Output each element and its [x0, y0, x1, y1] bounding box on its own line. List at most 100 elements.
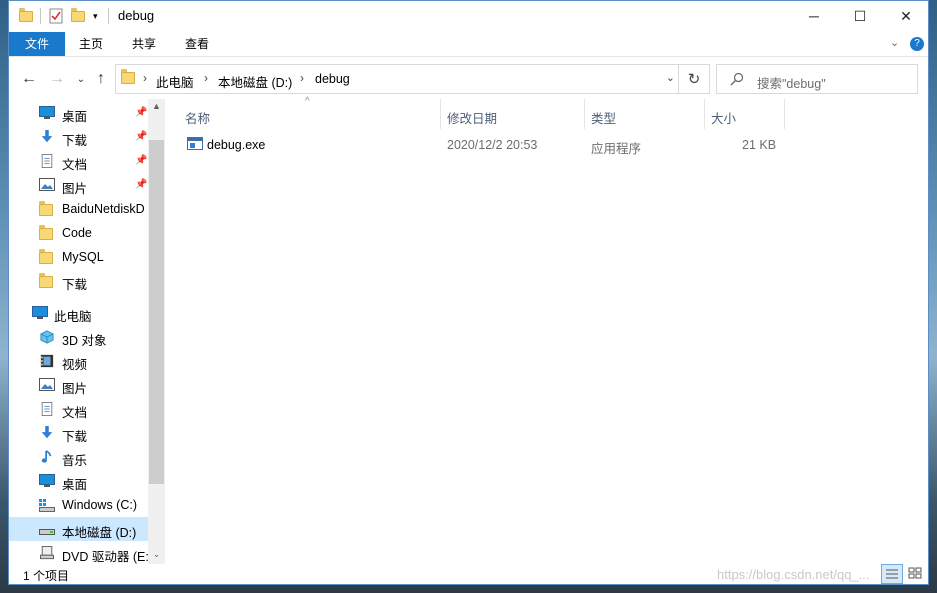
file-type: 应用程序 — [591, 142, 642, 156]
chevron-right-icon[interactable]: › — [300, 71, 304, 85]
properties-icon[interactable] — [49, 7, 63, 25]
table-row[interactable]: debug.exe 2020/12/2 20:53 应用程序 21 KB — [184, 134, 784, 156]
tab-share[interactable]: 共享 — [122, 32, 166, 56]
column-label: 类型 — [591, 112, 617, 126]
music-icon — [41, 450, 52, 463]
divider — [40, 7, 41, 25]
column-header-name[interactable]: 名称 — [166, 99, 441, 129]
sidebar-item-label: 视频 — [62, 358, 88, 372]
pin-icon[interactable]: 📌 — [135, 179, 147, 190]
sidebar-item-music[interactable]: 音乐 — [9, 445, 149, 469]
tab-view[interactable]: 查看 — [175, 32, 219, 56]
column-header-size[interactable]: 大小 — [705, 99, 785, 129]
sidebar-item-pictures-pc[interactable]: 图片 — [9, 373, 149, 397]
details-view-button[interactable] — [881, 564, 903, 584]
breadcrumb-drive-d[interactable]: 本地磁盘 (D:) — [218, 72, 292, 91]
sidebar-item-label: 桌面 — [62, 110, 88, 124]
maximize-button[interactable]: ☐ — [837, 1, 883, 31]
sidebar-item-downloads[interactable]: 下载 📌 — [9, 125, 149, 149]
folder-icon — [19, 7, 33, 25]
folder-icon — [39, 273, 55, 288]
pin-icon[interactable]: 📌 — [135, 155, 147, 166]
sidebar-item-code[interactable]: Code — [9, 221, 149, 245]
column-header-date[interactable]: 修改日期 — [441, 99, 584, 129]
large-icons-view-icon — [908, 567, 922, 579]
chevron-right-icon[interactable]: › — [143, 71, 147, 85]
ribbon: 文件 主页 共享 查看 ⌄ ? — [9, 32, 928, 57]
column-header-type[interactable]: 类型 — [585, 99, 704, 129]
sidebar-item-documents-pc[interactable]: 文档 — [9, 397, 149, 421]
sidebar-item-videos[interactable]: 视频 — [9, 349, 149, 373]
picture-icon — [39, 178, 55, 191]
new-folder-icon[interactable] — [71, 7, 85, 25]
item-count: 1 个项目 — [23, 569, 70, 583]
sidebar-item-download-folder[interactable]: 下载 — [9, 269, 149, 293]
sidebar-item-this-pc[interactable]: 此电脑 — [9, 301, 149, 325]
customize-dropdown-icon[interactable]: ▾ — [93, 7, 98, 25]
folder-icon — [39, 249, 55, 264]
forward-button[interactable]: → — [47, 69, 67, 89]
desktop-icon — [39, 106, 55, 119]
recent-locations-icon[interactable]: ⌄ — [71, 69, 91, 89]
sidebar-item-label: DVD 驱动器 (E:) — [62, 550, 153, 564]
watermark: https://blog.csdn.net/qq_... — [717, 567, 870, 582]
divider — [108, 7, 109, 25]
back-button[interactable]: ← — [19, 69, 39, 89]
tab-home[interactable]: 主页 — [69, 32, 113, 56]
column-label: 大小 — [711, 112, 737, 126]
sidebar-item-label: 文档 — [62, 406, 88, 420]
sidebar-item-dvd-drive[interactable]: DVD 驱动器 (E:) — [9, 541, 153, 564]
column-divider[interactable] — [784, 99, 785, 129]
sidebar-item-label: 3D 对象 — [62, 334, 107, 348]
dvd-icon — [40, 546, 54, 560]
breadcrumb-this-pc[interactable]: 此电脑 — [156, 72, 194, 91]
sidebar-item-drive-c[interactable]: Windows (C:) — [9, 493, 149, 517]
address-bar[interactable]: › 此电脑 › 本地磁盘 (D:) › debug ⌄ ↻ — [115, 64, 710, 94]
search-box[interactable]: 搜索"debug" — [716, 64, 918, 94]
search-icon — [730, 72, 744, 86]
sidebar-item-desktop-pc[interactable]: 桌面 — [9, 469, 149, 493]
navigation-pane[interactable]: 桌面 📌 下载 📌 文档 📌 图片 📌 BaiduNetdiskD Code M… — [9, 99, 165, 564]
large-icons-view-button[interactable] — [905, 564, 927, 584]
folder-icon — [39, 201, 55, 216]
help-icon[interactable]: ? — [910, 37, 924, 51]
tab-file[interactable]: 文件 — [9, 32, 65, 56]
sidebar-item-label: MySQL — [62, 250, 104, 264]
download-icon — [41, 426, 53, 439]
explorer-window: ▾ debug ─ ☐ ✕ 文件 主页 共享 查看 ⌄ ? ← → ⌄ ↑ › … — [8, 0, 929, 585]
pin-icon[interactable]: 📌 — [135, 131, 147, 142]
breadcrumb-debug[interactable]: debug — [315, 72, 350, 86]
sidebar-item-label: Windows (C:) — [62, 498, 138, 512]
pin-icon[interactable]: 📌 — [135, 107, 147, 118]
scroll-up-icon[interactable]: ▲ — [149, 101, 164, 111]
sidebar-scroll-thumb[interactable] — [149, 140, 164, 484]
sidebar-item-pictures[interactable]: 图片 📌 — [9, 173, 149, 197]
cube-icon — [40, 330, 54, 344]
minimize-button[interactable]: ─ — [791, 1, 837, 31]
sidebar-item-label: 此电脑 — [54, 310, 92, 324]
expand-ribbon-icon[interactable]: ⌄ — [890, 36, 899, 49]
refresh-button[interactable]: ↻ — [678, 65, 709, 93]
desktop-icon — [39, 474, 55, 487]
chevron-right-icon[interactable]: › — [204, 71, 208, 85]
sidebar-item-mysql[interactable]: MySQL — [9, 245, 149, 269]
address-dropdown-icon[interactable]: ⌄ — [666, 71, 675, 84]
details-view-icon — [886, 569, 898, 579]
sidebar-item-documents[interactable]: 文档 📌 — [9, 149, 149, 173]
up-button[interactable]: ↑ — [91, 69, 111, 89]
sidebar-item-desktop[interactable]: 桌面 📌 — [9, 101, 149, 125]
search-placeholder: 搜索"debug" — [757, 77, 826, 91]
file-modified: 2020/12/2 20:53 — [447, 138, 538, 152]
download-icon — [41, 130, 53, 143]
title-bar: ▾ debug ─ ☐ ✕ — [9, 1, 928, 31]
sidebar-item-downloads-pc[interactable]: 下载 — [9, 421, 149, 445]
scroll-down-icon[interactable]: ⌄ — [149, 549, 164, 560]
sidebar-item-drive-d[interactable]: 本地磁盘 (D:) — [9, 517, 149, 541]
close-button[interactable]: ✕ — [883, 1, 928, 31]
sidebar-item-baidunetdisk[interactable]: BaiduNetdiskD — [9, 197, 149, 221]
navigation-bar: ← → ⌄ ↑ › 此电脑 › 本地磁盘 (D:) › debug ⌄ ↻ 搜索… — [9, 57, 928, 99]
sidebar-item-label: 音乐 — [62, 454, 88, 468]
sidebar-item-3d-objects[interactable]: 3D 对象 — [9, 325, 149, 349]
sidebar-item-label: 下载 — [62, 134, 88, 148]
file-list[interactable]: ^ 名称 修改日期 类型 大小 debug.exe 2020/12/2 20:5… — [166, 96, 928, 564]
